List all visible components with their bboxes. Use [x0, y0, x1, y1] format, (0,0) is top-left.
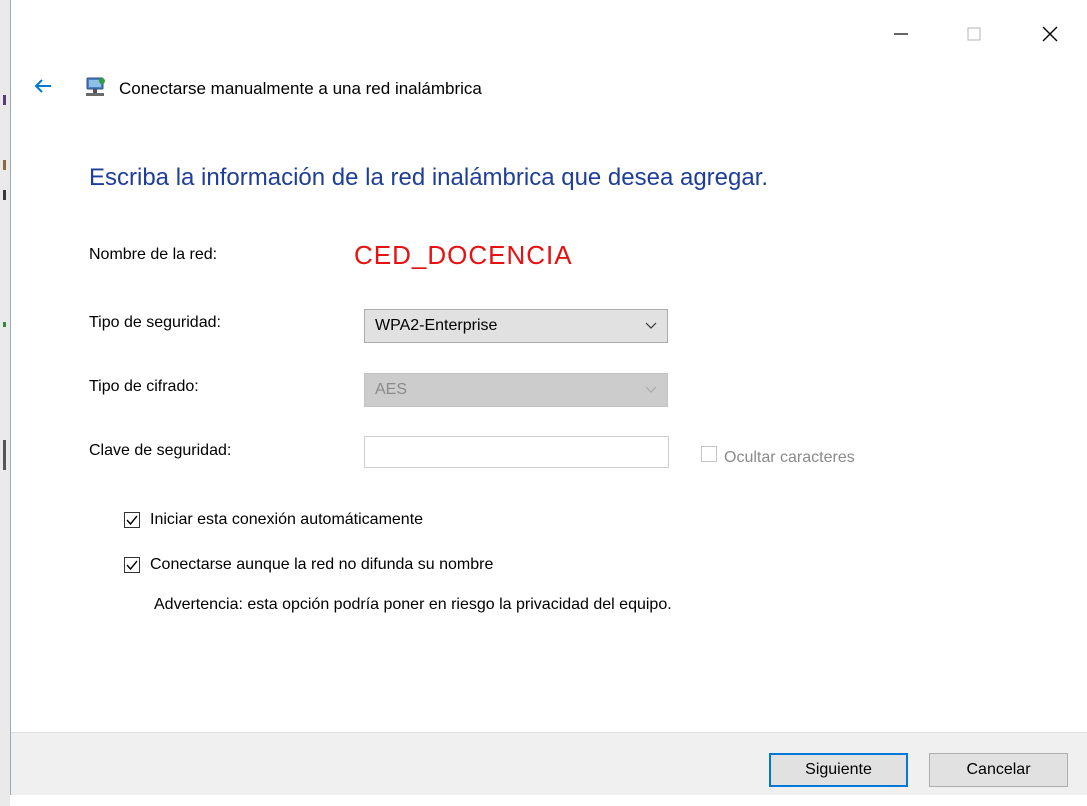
checkmark-icon — [126, 515, 138, 526]
background-mark — [3, 440, 6, 470]
close-icon — [1042, 26, 1058, 42]
window-title: Conectarse manualmente a una red inalámb… — [119, 79, 482, 98]
dialog-footer: Siguiente Cancelar — [11, 732, 1087, 795]
network-name-label: Nombre de la red: — [89, 246, 218, 263]
dialog-window: Conectarse manualmente a una red inalámb… — [10, 0, 1087, 795]
hide-characters-label: Ocultar caracteres — [724, 449, 855, 466]
auto-connect-label[interactable]: Iniciar esta conexión automáticamente — [150, 511, 423, 529]
chevron-down-icon — [645, 322, 657, 329]
background-mark — [3, 322, 6, 327]
page-heading: Escriba la información de la red inalámb… — [89, 164, 769, 191]
back-arrow-icon — [34, 79, 51, 93]
connect-hidden-checkbox[interactable] — [124, 557, 140, 573]
minimize-button[interactable] — [877, 14, 923, 54]
next-button[interactable]: Siguiente — [769, 753, 908, 787]
maximize-icon — [967, 27, 981, 41]
encryption-type-label: Tipo de cifrado: — [89, 378, 199, 395]
hide-characters-checkbox — [701, 446, 717, 462]
minimize-icon — [894, 33, 908, 35]
background-mark — [3, 190, 6, 200]
chevron-down-icon — [645, 386, 657, 393]
background-mark — [3, 160, 6, 170]
network-icon — [83, 76, 107, 100]
encryption-type-value: AES — [375, 381, 408, 398]
security-key-label: Clave de seguridad: — [89, 442, 232, 459]
back-button[interactable] — [31, 74, 55, 98]
security-type-value: WPA2-Enterprise — [375, 317, 498, 334]
maximize-button[interactable] — [951, 14, 997, 54]
network-name-value: CED_DOCENCIA — [354, 240, 573, 270]
background-window-edge — [0, 0, 10, 806]
privacy-warning-text: Advertencia: esta opción podría poner en… — [154, 596, 672, 613]
security-type-label: Tipo de seguridad: — [89, 314, 221, 331]
security-type-select[interactable]: WPA2-Enterprise — [364, 309, 668, 343]
encryption-type-select: AES — [364, 373, 668, 407]
cancel-button[interactable]: Cancelar — [929, 753, 1068, 787]
auto-connect-checkbox[interactable] — [124, 512, 140, 528]
close-button[interactable] — [1027, 14, 1073, 54]
checkmark-icon — [126, 560, 138, 571]
connect-hidden-label[interactable]: Conectarse aunque la red no difunda su n… — [150, 556, 493, 574]
security-key-input[interactable] — [364, 436, 669, 468]
background-mark — [3, 95, 6, 105]
